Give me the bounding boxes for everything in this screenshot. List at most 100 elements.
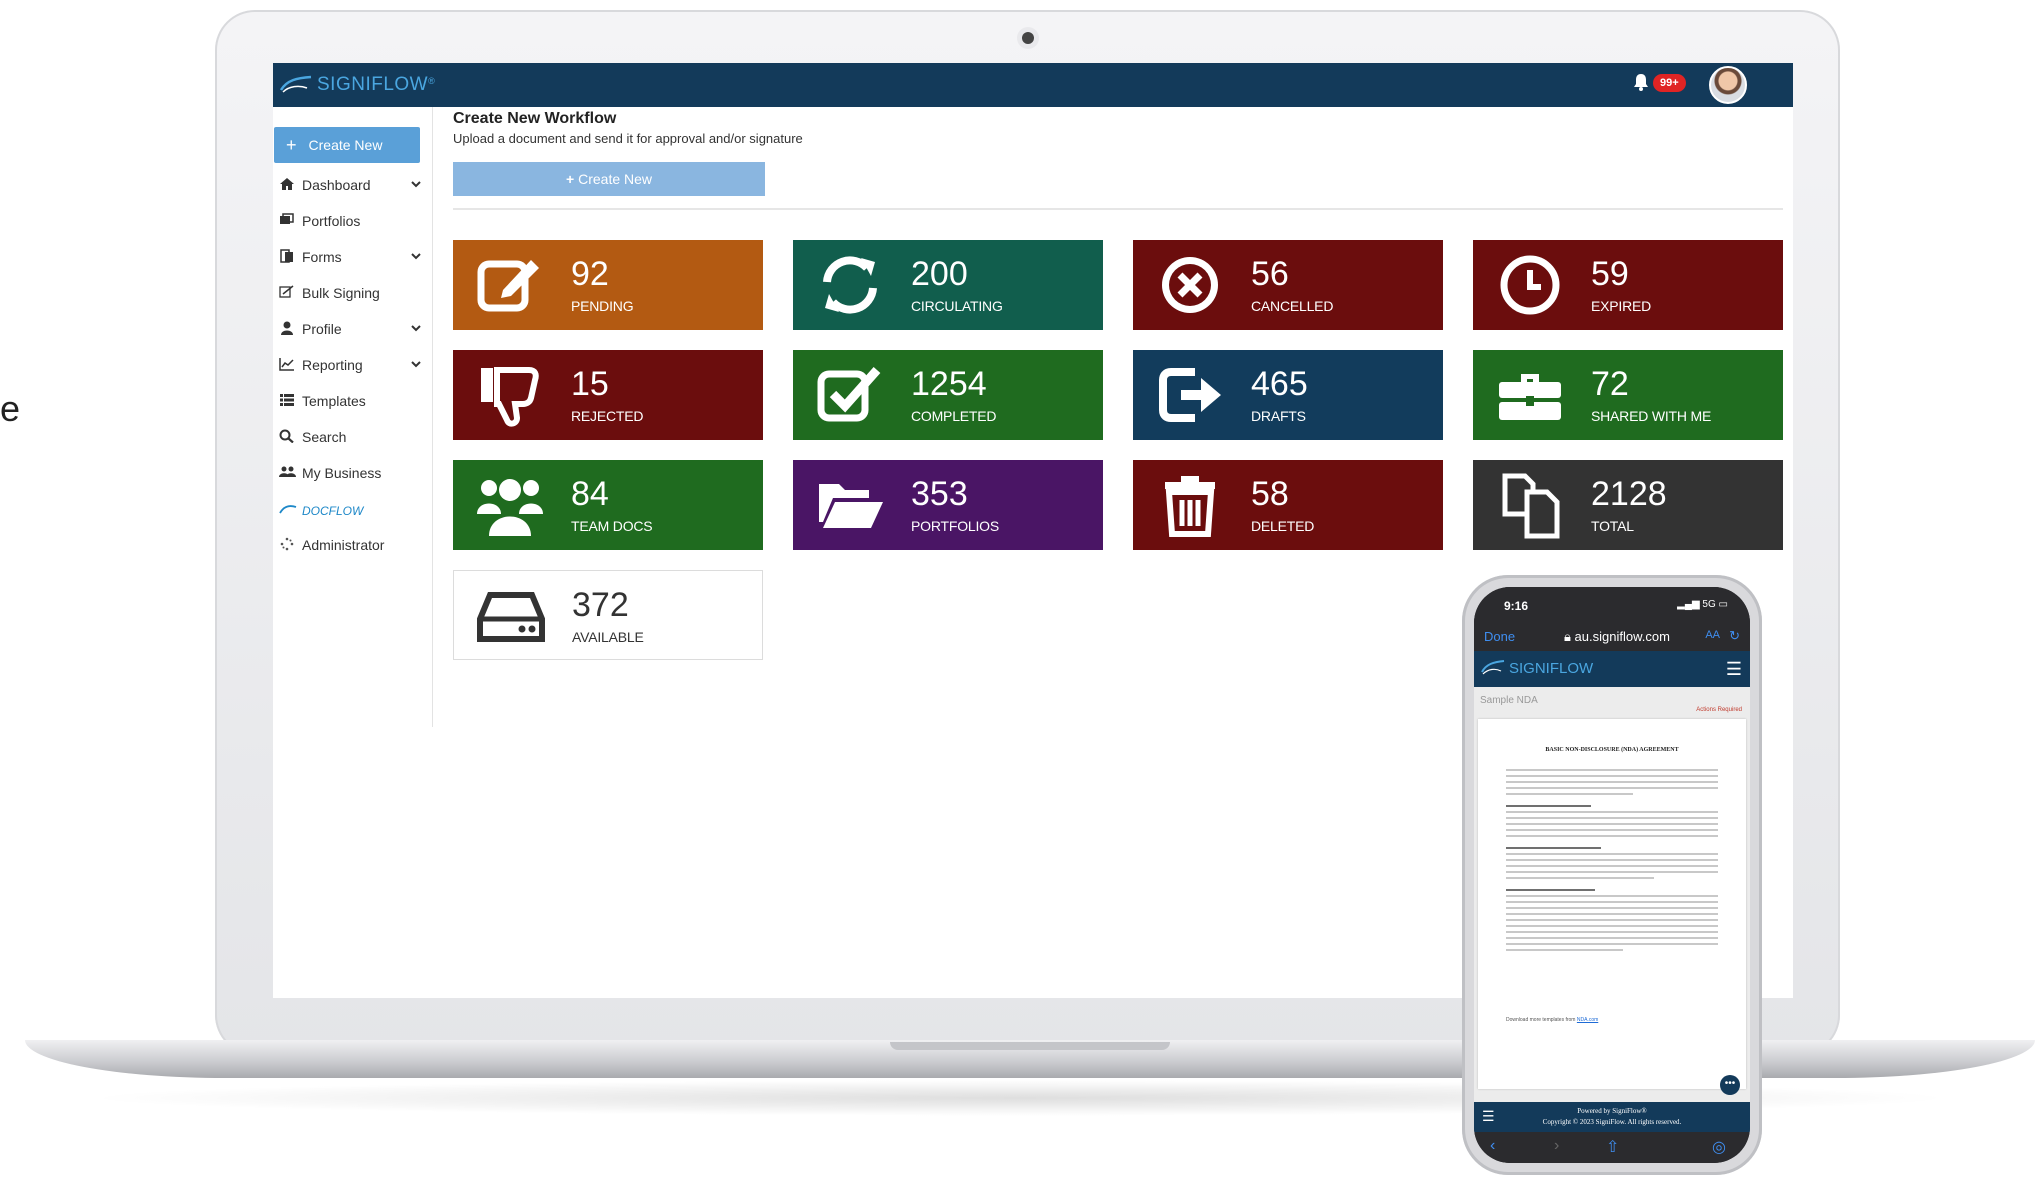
team-icon [477,479,543,536]
phone-footer: ☰ Powered by SigniFlow® Copyright © 2023… [1474,1102,1750,1132]
tile-drafts[interactable]: 465 DRAFTS [1133,350,1443,440]
sidebar-create-button[interactable]: + Create New [274,127,420,163]
sidebar-item-label: My Business [302,465,382,481]
tile-count: 58 [1251,475,1289,513]
document-title: Sample NDA [1480,695,1538,706]
document-page: BASIC NON-DISCLOSURE (NDA) AGREEMENT Dow… [1478,719,1746,1089]
signal-icon: ▂▄▆ 5G ▭ [1677,599,1728,610]
sidebar-item-bulk-signing[interactable]: Bulk Signing [279,281,424,305]
tile-count: 465 [1251,365,1308,403]
address-field[interactable]: 🔒︎ au.signiflow.com [1564,629,1670,645]
sidebar-create-label: Create New [308,137,383,153]
chevron-down-icon[interactable] [410,321,422,337]
back-icon[interactable]: ‹ [1490,1137,1495,1155]
cancel-icon [1162,257,1218,313]
hard-drive-icon [477,592,545,642]
tile-portfolios[interactable]: 353 PORTFOLIOS [793,460,1103,550]
tile-label: CANCELLED [1251,298,1334,314]
sidebar-item-profile[interactable]: Profile [279,317,424,341]
tile-label: SHARED WITH ME [1591,408,1712,424]
avatar[interactable] [1709,66,1747,104]
check-square-icon [817,367,881,422]
tile-team-docs[interactable]: 84 TEAM DOCS [453,460,763,550]
sidebar-item-reporting[interactable]: Reporting [279,353,424,377]
more-options-icon[interactable]: ••• [1720,1075,1740,1095]
sidebar-item-label: Forms [302,249,342,265]
sidebar-item-docflow[interactable]: DOCFLOW [279,499,424,523]
share-icon[interactable]: ⇧ [1606,1137,1619,1157]
compass-icon[interactable]: ◎ [1712,1137,1726,1157]
tile-completed[interactable]: 1254 COMPLETED [793,350,1103,440]
sidebar-item-label: Dashboard [302,177,371,193]
tile-label: TOTAL [1591,518,1634,534]
tile-circulating[interactable]: 200 CIRCULATING [793,240,1103,330]
tile-pending[interactable]: 92 PENDING [453,240,763,330]
portfolio-icon [279,212,299,230]
laptop-notch [890,1042,1170,1050]
sidebar-item-templates[interactable]: Templates [279,389,424,413]
document-body-lines [1506,769,1718,955]
bell-icon[interactable] [1633,73,1649,96]
search-icon [279,429,299,446]
sidebar-item-label: Templates [302,393,366,409]
plus-icon: + [565,171,575,187]
action-required-badge[interactable]: Actions Required [1696,707,1742,713]
url-text: au.signiflow.com [1574,629,1670,644]
chevron-down-icon[interactable] [410,249,422,265]
sidebar-item-label: DOCFLOW [302,504,364,518]
browser-toolbar: ‹ › ⇧ ◎ [1474,1132,1750,1163]
tile-count: 372 [572,586,629,624]
bulk-sign-icon [279,284,299,302]
thumbs-down-icon [481,367,539,427]
sidebar-item-label: Portfolios [302,213,361,229]
hamburger-icon[interactable]: ☰ [1726,659,1742,680]
docflow-logo [279,503,299,519]
tile-shared-with-me[interactable]: 72 SHARED WITH ME [1473,350,1783,440]
reload-icon[interactable]: ↻ [1729,628,1740,644]
sidebar-item-portfolios[interactable]: Portfolios [279,209,424,233]
download-link[interactable]: NDA.com [1577,1017,1598,1023]
sidebar-item-search[interactable]: Search [279,425,424,449]
sidebar-item-label: Search [302,429,347,445]
tile-deleted[interactable]: 58 DELETED [1133,460,1443,550]
phone-logo[interactable]: SIGNIFLOW [1480,659,1593,677]
briefcase-icon [1499,374,1561,420]
reader-button[interactable]: AA [1705,629,1720,641]
document-viewer: Sample NDA Actions Required BASIC NON-DI… [1474,687,1750,1102]
tile-label: REJECTED [571,408,644,424]
phone-screen: 9:16 ▂▄▆ 5G ▭ Done 🔒︎ au.signiflow.com A… [1474,587,1750,1163]
sidebar-item-label: Bulk Signing [302,285,380,301]
registered-mark: ® [428,76,435,86]
sidebar-item-label: Profile [302,321,342,337]
signiflow-logo[interactable]: SIGNIFLOW ® [279,71,435,99]
signiflow-swoosh-icon [279,75,312,93]
page-title: Create New Workflow [453,110,617,127]
sidebar-item-my-business[interactable]: My Business [279,461,424,485]
sidebar-item-dashboard[interactable]: Dashboard [279,173,424,197]
notification-badge[interactable]: 99+ [1653,74,1686,92]
tile-rejected[interactable]: 15 REJECTED [453,350,763,440]
sidebar-item-administrator[interactable]: Administrator [279,533,424,557]
document-heading: BASIC NON-DISCLOSURE (NDA) AGREEMENT [1545,747,1679,753]
tile-label: PENDING [571,298,634,314]
tile-available[interactable]: 372 AVAILABLE [453,570,763,660]
stray-text: e [0,388,21,429]
create-new-button[interactable]: + Create New [453,162,765,196]
chevron-down-icon[interactable] [410,357,422,373]
folder-open-icon [819,484,883,528]
users-icon [279,465,299,482]
tile-expired[interactable]: 59 EXPIRED [1473,240,1783,330]
tile-total[interactable]: 2128 TOTAL [1473,460,1783,550]
forward-icon[interactable]: › [1554,1137,1559,1155]
sidebar-item-forms[interactable]: Forms [279,245,424,269]
tile-count: 72 [1591,365,1629,403]
divider [453,208,1783,210]
tile-label: COMPLETED [911,408,997,424]
chevron-down-icon[interactable] [410,177,422,193]
done-button[interactable]: Done [1484,629,1515,644]
tile-label: TEAM DOCS [571,518,653,534]
phone-logo-text: SIGNIFLOW [1509,659,1594,677]
tile-label: CIRCULATING [911,298,1003,314]
phone-status-bar: 9:16 ▂▄▆ 5G ▭ [1474,587,1750,621]
tile-cancelled[interactable]: 56 CANCELLED [1133,240,1443,330]
